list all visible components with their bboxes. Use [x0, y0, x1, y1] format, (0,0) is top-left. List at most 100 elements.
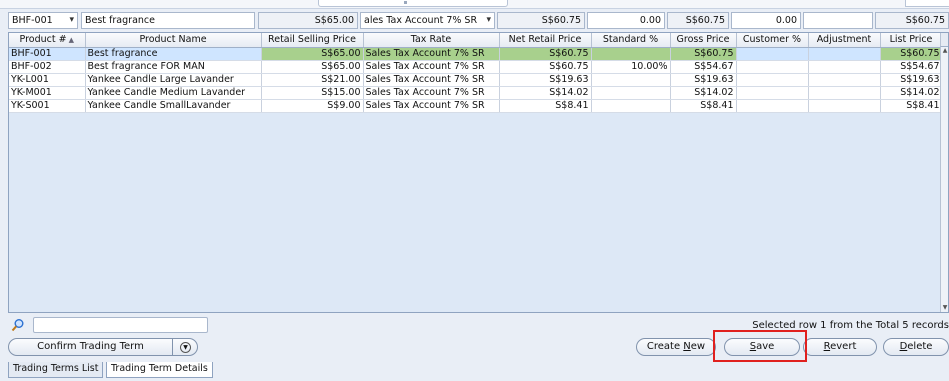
- column-chooser-button[interactable]: [940, 33, 948, 47]
- revert-label: evert: [830, 341, 857, 352]
- confirm-trading-term-button[interactable]: Confirm Trading Term: [8, 338, 173, 356]
- cell-customer-pct[interactable]: [736, 73, 809, 87]
- table-row[interactable]: BHF-002 Best fragrance FOR MAN S$65.00 S…: [9, 60, 943, 74]
- gross-price-filter-value: S$60.75: [685, 15, 725, 26]
- cell-tax-rate[interactable]: Sales Tax Account 7% SR: [363, 60, 500, 74]
- cell-product-no: YK-L001: [9, 73, 86, 87]
- cell-adjustment[interactable]: [808, 86, 881, 100]
- sort-ascending-icon: ▲: [68, 36, 74, 45]
- product-name-filter[interactable]: Best fragrance: [81, 12, 255, 29]
- cell-customer-pct[interactable]: [736, 99, 809, 113]
- confirm-trading-term-split-button[interactable]: Confirm Trading Term ▼: [8, 338, 198, 356]
- cell-standard-pct[interactable]: [591, 47, 671, 61]
- cell-retail-price[interactable]: S$15.00: [261, 86, 364, 100]
- cell-adjustment[interactable]: [808, 73, 881, 87]
- column-header-gross-price[interactable]: Gross Price: [670, 33, 737, 48]
- column-header-product-no[interactable]: Product # ▲: [9, 33, 86, 48]
- vertical-scrollbar[interactable]: ▲ ▼: [940, 47, 948, 312]
- save-highlight-annotation: [713, 330, 807, 362]
- chevron-down-icon[interactable]: ▾: [486, 13, 491, 28]
- grid-header-row: Product # ▲ Product Name Retail Selling P…: [9, 33, 943, 48]
- cell-list-price: S$19.63: [880, 73, 943, 87]
- column-header-tax-rate[interactable]: Tax Rate: [363, 33, 500, 48]
- cell-adjustment[interactable]: [808, 60, 881, 74]
- cell-tax-rate[interactable]: Sales Tax Account 7% SR: [363, 99, 500, 113]
- column-header-product-name[interactable]: Product Name: [85, 33, 262, 48]
- tab-trading-term-details[interactable]: Trading Term Details: [106, 362, 213, 378]
- cell-gross-price: S$54.67: [670, 60, 737, 74]
- column-header-standard-pct[interactable]: Standard %: [591, 33, 671, 48]
- column-header-customer-pct[interactable]: Customer %: [736, 33, 809, 48]
- cell-product-name: Yankee Candle SmallLavander: [85, 99, 262, 113]
- cell-standard-pct[interactable]: [591, 73, 671, 87]
- cell-customer-pct[interactable]: [736, 47, 809, 61]
- search-icon[interactable]: [11, 318, 25, 332]
- chevron-down-icon[interactable]: ▾: [69, 13, 74, 28]
- adjustment-filter[interactable]: [803, 12, 873, 29]
- cell-retail-price[interactable]: S$65.00: [261, 47, 364, 61]
- cell-net-retail: S$60.75: [499, 60, 592, 74]
- gross-price-filter[interactable]: S$60.75: [667, 12, 729, 29]
- cell-gross-price: S$60.75: [670, 47, 737, 61]
- tab-trading-terms-list[interactable]: Trading Terms List: [8, 362, 104, 378]
- scroll-up-icon[interactable]: ▲: [941, 47, 948, 55]
- cell-retail-price[interactable]: S$65.00: [261, 60, 364, 74]
- column-header-list-price[interactable]: List Price: [880, 33, 943, 48]
- list-price-filter[interactable]: S$60.75: [875, 12, 949, 29]
- top-tab-marker: [404, 1, 407, 4]
- cell-gross-price: S$19.63: [670, 73, 737, 87]
- create-new-mnemonic: N: [683, 341, 691, 352]
- cell-adjustment[interactable]: [808, 47, 881, 61]
- standard-pct-filter[interactable]: 0.00: [587, 12, 665, 29]
- cell-product-name: Best fragrance: [85, 47, 262, 61]
- top-tab-remnant: [318, 0, 508, 7]
- customer-pct-filter[interactable]: 0.00: [731, 12, 801, 29]
- cell-gross-price: S$8.41: [670, 99, 737, 113]
- tax-rate-filter-value: ales Tax Account 7% SR: [364, 15, 478, 26]
- search-input[interactable]: [33, 317, 208, 333]
- cell-customer-pct[interactable]: [736, 86, 809, 100]
- table-row[interactable]: BHF-001 Best fragrance S$65.00 Sales Tax…: [9, 47, 943, 61]
- net-retail-filter[interactable]: S$60.75: [497, 12, 585, 29]
- column-header-retail-price[interactable]: Retail Selling Price: [261, 33, 364, 48]
- cell-product-no: BHF-001: [9, 47, 86, 61]
- table-row[interactable]: YK-S001 Yankee Candle SmallLavander S$9.…: [9, 99, 943, 113]
- cell-net-retail: S$14.02: [499, 86, 592, 100]
- confirm-trading-term-dropdown[interactable]: ▼: [172, 338, 198, 356]
- search-row: Selected row 1 from the Total 5 records: [8, 316, 949, 334]
- trading-terms-grid[interactable]: Product # ▲ Product Name Retail Selling P…: [8, 32, 949, 313]
- cell-adjustment[interactable]: [808, 99, 881, 113]
- retail-price-filter[interactable]: S$65.00: [258, 12, 358, 29]
- filter-row: BHF-001 ▾ Best fragrance S$65.00 ales Ta…: [8, 10, 949, 30]
- revert-button[interactable]: Revert: [803, 338, 877, 356]
- cell-standard-pct[interactable]: [591, 86, 671, 100]
- cell-product-name: Yankee Candle Medium Lavander: [85, 86, 262, 100]
- cell-tax-rate[interactable]: Sales Tax Account 7% SR: [363, 73, 500, 87]
- delete-button[interactable]: Delete: [883, 338, 949, 356]
- cell-product-no: BHF-002: [9, 60, 86, 74]
- cell-product-name: Best fragrance FOR MAN: [85, 60, 262, 74]
- tax-rate-filter[interactable]: ales Tax Account 7% SR ▾: [360, 12, 495, 29]
- cell-retail-price[interactable]: S$21.00: [261, 73, 364, 87]
- cell-standard-pct[interactable]: [591, 99, 671, 113]
- cell-retail-price[interactable]: S$9.00: [261, 99, 364, 113]
- cell-customer-pct[interactable]: [736, 60, 809, 74]
- column-header-adjustment[interactable]: Adjustment: [808, 33, 881, 48]
- scroll-down-icon[interactable]: ▼: [941, 304, 948, 312]
- cell-list-price: S$60.75: [880, 47, 943, 61]
- customer-pct-filter-value: 0.00: [775, 15, 797, 26]
- cell-product-name: Yankee Candle Large Lavander: [85, 73, 262, 87]
- table-row[interactable]: YK-M001 Yankee Candle Medium Lavander S$…: [9, 86, 943, 100]
- chevron-down-icon: ▼: [180, 342, 191, 353]
- column-header-net-retail[interactable]: Net Retail Price: [499, 33, 592, 48]
- cell-standard-pct[interactable]: 10.00%: [591, 60, 671, 74]
- product-no-filter[interactable]: BHF-001 ▾: [8, 12, 78, 29]
- table-row[interactable]: YK-L001 Yankee Candle Large Lavander S$2…: [9, 73, 943, 87]
- create-new-label: Create: [646, 341, 684, 352]
- list-price-filter-value: S$60.75: [905, 15, 945, 26]
- cell-tax-rate[interactable]: Sales Tax Account 7% SR: [363, 47, 500, 61]
- cell-gross-price: S$14.02: [670, 86, 737, 100]
- cell-tax-rate[interactable]: Sales Tax Account 7% SR: [363, 86, 500, 100]
- create-new-button[interactable]: Create New: [636, 338, 716, 356]
- bottom-tabs: Trading Terms List Trading Term Details: [8, 362, 949, 378]
